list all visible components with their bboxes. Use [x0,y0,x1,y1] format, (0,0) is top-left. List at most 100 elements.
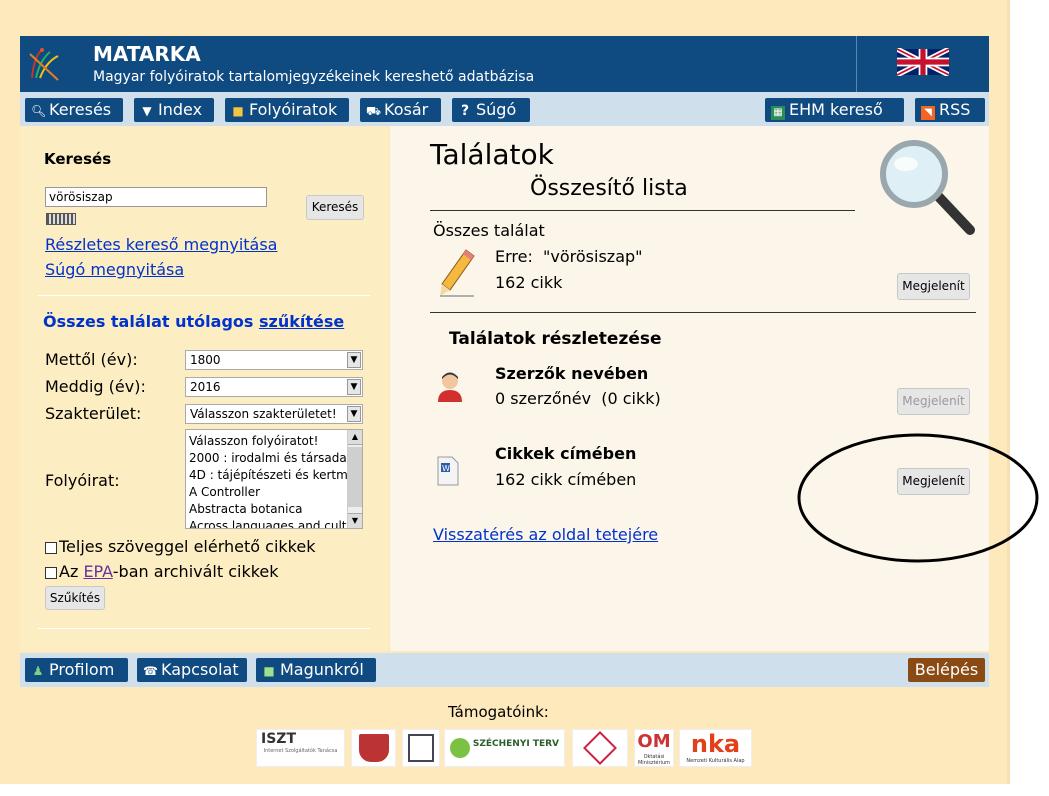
site-header: MATARKA Magyar folyóiratok tartalomjegyz… [20,36,989,92]
author-icon [438,372,462,402]
sponsor-ministry-logo[interactable] [572,729,628,767]
login-button[interactable]: Belépés [908,658,985,682]
sponsor-om-logo[interactable]: OM Oktatási Minisztérium [634,729,674,767]
dropdown-arrow-icon: ▼ [347,406,361,422]
virtual-keyboard-icon[interactable] [46,213,76,225]
query-line: Erre: "vörösiszap" [495,247,643,266]
search-icon: 🔍︎ [31,104,47,118]
svg-text:W: W [442,464,450,473]
field-select[interactable]: Válasszon szakterületet! ▼ [185,404,363,424]
sponsor-om-text: OM [637,731,671,752]
fulltext-checkbox[interactable] [45,541,57,554]
advanced-search-link[interactable]: Részletes kereső megnyitása [45,235,277,254]
cart-icon: ⛟ [366,104,382,118]
nav-index-button[interactable]: ▼ Index [134,98,214,122]
refine-link[interactable]: szűkítése [259,312,344,331]
field-label: Szakterület: [45,404,142,423]
funnel-icon: ▼ [142,104,152,118]
show-authors-button[interactable]: Megjelenít [897,388,970,415]
question-icon: ? [460,103,470,119]
header-divider [856,36,857,92]
query-label: Erre: [495,247,533,266]
sponsor-crest-logo[interactable] [351,729,396,767]
journal-option[interactable]: Across languages and cultures [189,518,347,528]
footer-label: Profilom [49,660,115,679]
nav-label: Keresés [49,100,112,119]
nav-rss-button[interactable]: ◥ RSS [915,98,985,122]
dropdown-arrow-icon: ▼ [347,379,361,395]
results-subtitle: Összesítő lista [530,176,688,201]
footer-about-button[interactable]: ■ Magunkról [256,658,376,682]
magnifier-icon [880,140,975,235]
nav-ehm-search-button[interactable]: ▦ EHM kereső [765,98,904,122]
nav-label: Súgó [476,100,517,119]
folder-icon: ■ [232,104,244,118]
journal-option[interactable]: A Controller [189,484,347,501]
footer-contact-button[interactable]: ☎ Kapcsolat [137,658,247,682]
journal-option[interactable]: 4D : tájépítészeti és kertművé [189,467,347,484]
refine-heading: Összes találat utólagos szűkítése [43,312,344,331]
english-flag-icon[interactable] [897,48,949,76]
nav-search-button[interactable]: 🔍︎ Keresés [25,98,123,122]
sponsor-szechenyi-text: SZÉCHENYI TERV [472,739,560,749]
site-title: MATARKA [93,42,201,66]
matarka-logo-icon [29,48,59,81]
sponsor-szechenyi-logo[interactable]: SZÉCHENYI TERV [444,729,565,767]
fulltext-option: Teljes szöveggel elérhető cikkek [45,537,315,556]
fulltext-label: Teljes szöveggel elérhető cikkek [59,537,316,556]
sponsor-om-sub: Oktatási Minisztérium [637,754,670,766]
dropdown-arrow-icon: ▼ [347,352,361,368]
refine-button[interactable]: Szűkítés [45,586,105,610]
document-icon: W [437,456,459,486]
search-input[interactable] [45,187,267,207]
help-link[interactable]: Súgó megnyitása [45,260,184,279]
journal-option[interactable]: Válasszon folyóiratot! [189,433,347,450]
annotation-ellipse [797,433,1039,563]
field-value: Válasszon szakterületet! [190,407,337,421]
journal-listbox[interactable]: Válasszon folyóiratot! 2000 : irodalmi é… [185,429,363,529]
scroll-down-icon[interactable]: ▼ [348,513,362,528]
to-year-label: Meddig (év): [45,377,146,396]
total-label: Összes találat [433,221,545,240]
journal-option[interactable]: 2000 : irodalmi és társadalmi [189,450,347,467]
footer-nav: ♟ Profilom ☎ Kapcsolat ■ Magunkról Belépés [20,653,989,687]
scroll-up-icon[interactable]: ▲ [348,430,362,445]
back-to-top-link[interactable]: Visszatérés az oldal tetejére [433,525,658,544]
search-heading: Keresés [44,150,112,168]
journal-option[interactable]: Abstracta botanica [189,501,347,518]
listbox-scrollbar[interactable]: ▲ ▼ [347,430,362,528]
footer-label: Magunkról [280,660,364,679]
nav-journals-button[interactable]: ■ Folyóiratok [225,98,349,122]
nav-cart-button[interactable]: ⛟ Kosár [360,98,441,122]
sponsor-iszt-logo[interactable]: ISZT Internet Szolgáltatók Tanácsa [256,729,345,767]
sponsor-nka-sub: Nemzeti Kulturális Alap [686,758,745,764]
to-year-select[interactable]: 2016 ▼ [185,377,363,397]
epa-text: -ban archivált cikkek [112,562,279,581]
rss-icon: ◥ [921,106,935,120]
to-year-value: 2016 [190,380,221,394]
scroll-thumb[interactable] [348,447,362,507]
epa-link[interactable]: EPA [83,562,112,581]
journal-label: Folyóirat: [45,471,120,490]
sponsor-nka-logo[interactable]: nka Nemzeti Kulturális Alap [679,729,752,767]
nav-help-button[interactable]: ? Súgó [452,98,530,122]
title-underline [430,210,855,211]
sponsor-iszt-text: ISZT [261,731,296,747]
results-panel: Találatok Összesítő lista Összes találat… [390,126,989,651]
footer-label: Kapcsolat [161,660,239,679]
from-year-select[interactable]: 1800 ▼ [185,350,363,370]
titles-value: 162 cikk címében [495,470,637,489]
main-nav: 🔍︎ Keresés ▼ Index ■ Folyóiratok ⛟ Kosár ? Sú… [20,92,989,126]
footer-profile-button[interactable]: ♟ Profilom [25,658,128,682]
user-icon: ♟ [32,664,44,678]
epa-checkbox[interactable] [45,566,57,579]
divider [38,628,370,629]
sponsor-ekm-logo[interactable] [402,729,440,767]
phone-icon: ☎ [143,664,158,678]
pencil-icon [440,249,475,297]
authors-heading: Szerzők nevében [495,364,649,383]
nav-label: Kosár [384,100,429,119]
show-all-button[interactable]: Megjelenít [897,273,970,300]
search-button[interactable]: Keresés [306,195,364,220]
query-value: "vörösiszap" [543,247,643,266]
